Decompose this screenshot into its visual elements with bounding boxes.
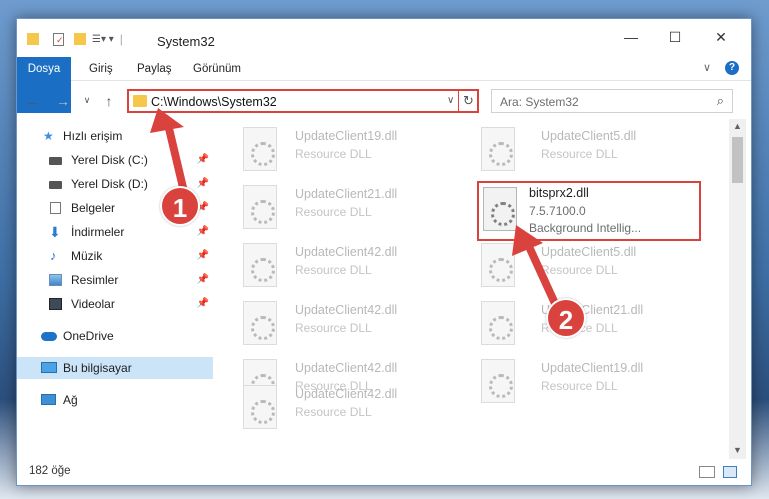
step-1-badge: 1	[160, 186, 200, 226]
arrow-step-2	[522, 236, 562, 314]
annotation-arrows	[150, 108, 562, 314]
arrow-head-1	[150, 108, 184, 133]
step-2-badge: 2	[546, 298, 586, 338]
arrow-step-1	[163, 116, 189, 200]
